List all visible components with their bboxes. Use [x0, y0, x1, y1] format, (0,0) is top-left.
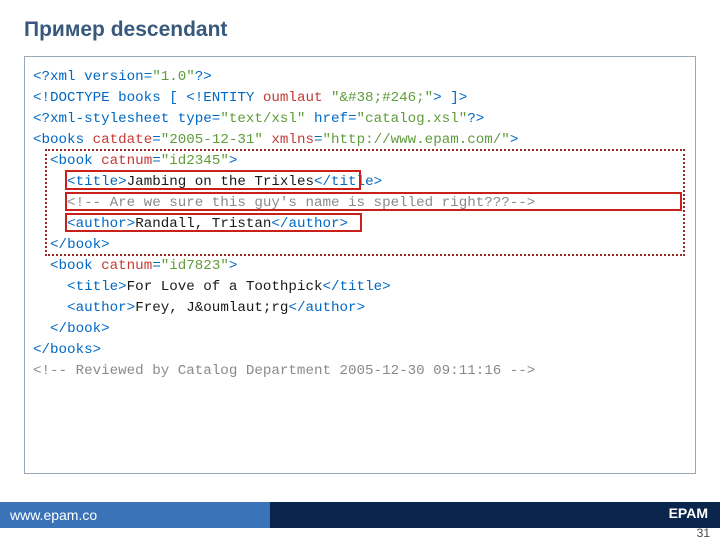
code: "id2345": [161, 153, 229, 169]
footer-right: EPAM: [270, 502, 720, 528]
code: book: [67, 237, 101, 253]
code: >: [118, 279, 127, 295]
code: "text/xsl": [220, 111, 305, 127]
code: >: [229, 153, 238, 169]
code: author: [76, 300, 127, 316]
code: <: [33, 153, 59, 169]
code: </: [314, 174, 331, 190]
code: <: [33, 174, 76, 190]
code: Frey, J&oumlaut;rg: [135, 300, 288, 316]
code: =: [144, 69, 153, 85]
code: <!DOCTYPE books [ <!: [33, 90, 203, 106]
code: book: [59, 153, 93, 169]
code: oumlaut: [254, 90, 331, 106]
code: </: [323, 279, 340, 295]
code: >: [374, 174, 383, 190]
code: ?>: [467, 111, 484, 127]
code: "2005-12-31": [161, 132, 263, 148]
code: books: [42, 132, 85, 148]
code: book: [67, 321, 101, 337]
code: >: [101, 237, 110, 253]
code: <: [33, 216, 76, 232]
footer-url: www.epam.co: [0, 502, 270, 528]
code: ?>: [195, 69, 212, 85]
code: <: [33, 132, 42, 148]
code: catdate: [84, 132, 152, 148]
code: Randall, Tristan: [135, 216, 271, 232]
code: >: [118, 174, 127, 190]
code: title: [76, 279, 119, 295]
code: author: [288, 216, 339, 232]
code: xml version: [50, 69, 144, 85]
code: title: [331, 174, 374, 190]
code: >: [382, 279, 391, 295]
code: >: [93, 342, 102, 358]
code: author: [76, 216, 127, 232]
page-number: 31: [697, 526, 710, 540]
code: =: [152, 132, 161, 148]
code: "http://www.epam.com/": [323, 132, 510, 148]
code: >: [229, 258, 238, 274]
code: </: [33, 321, 67, 337]
code: <: [33, 279, 76, 295]
footer-brand: EPAM: [669, 505, 708, 521]
code: book: [59, 258, 93, 274]
code: xml-stylesheet type: [50, 111, 212, 127]
code: =: [348, 111, 357, 127]
code: books: [50, 342, 93, 358]
code: For Love of a Toothpick: [127, 279, 323, 295]
code: catnum: [93, 153, 153, 169]
code: </: [271, 216, 288, 232]
code: =: [152, 258, 161, 274]
code: =: [152, 153, 161, 169]
code: <!-- Reviewed by Catalog Department 2005…: [33, 363, 535, 379]
xml-code-block: <?xml version="1.0"?> <!DOCTYPE books [ …: [24, 56, 696, 474]
code: <!-- Are we sure this guy's name is spel…: [33, 195, 535, 211]
code: >: [127, 300, 136, 316]
code: <?: [33, 111, 50, 127]
code: >: [101, 321, 110, 337]
code: "id7823": [161, 258, 229, 274]
code: "1.0": [152, 69, 195, 85]
code: =: [314, 132, 323, 148]
code: >: [340, 216, 349, 232]
code: >: [127, 216, 136, 232]
code: "&#38;#246;": [331, 90, 433, 106]
code: author: [305, 300, 356, 316]
code: "catalog.xsl": [357, 111, 468, 127]
code: </: [288, 300, 305, 316]
code: <?: [33, 69, 50, 85]
code: title: [340, 279, 383, 295]
code: title: [76, 174, 119, 190]
code: </: [33, 237, 67, 253]
code: </: [33, 342, 50, 358]
code: xmlns: [263, 132, 314, 148]
code: >: [510, 132, 519, 148]
code: Jambing on the Trixles: [127, 174, 314, 190]
slide-title: Пример descendant: [24, 18, 227, 42]
code: <: [33, 300, 76, 316]
footer: www.epam.co EPAM: [0, 502, 720, 528]
code: > ]>: [433, 90, 467, 106]
code: catnum: [93, 258, 153, 274]
code: href: [305, 111, 348, 127]
code: <: [33, 258, 59, 274]
code: ENTITY: [203, 90, 254, 106]
code: >: [357, 300, 366, 316]
